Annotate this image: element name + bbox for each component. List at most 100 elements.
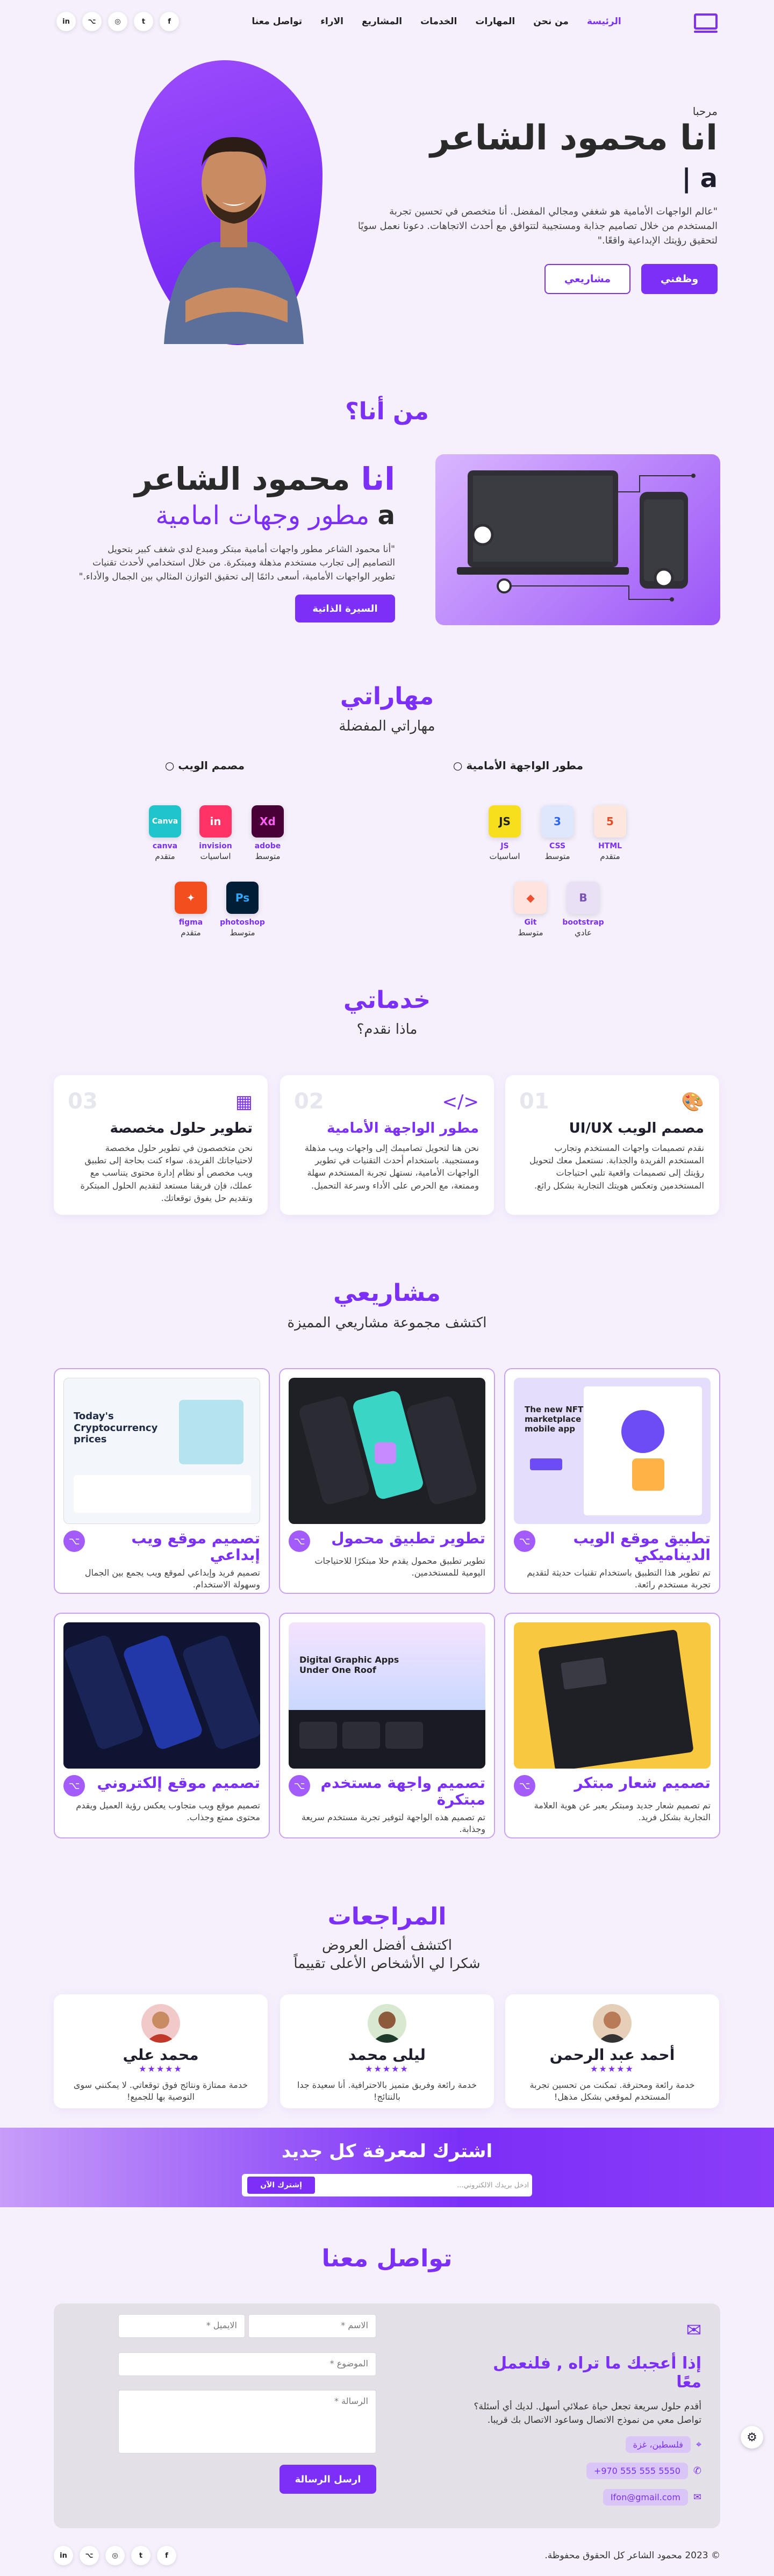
instagram-icon[interactable]: ◎ [108, 12, 128, 31]
location-text: فلسطين، غزة [625, 2436, 691, 2453]
rating-stars: ★★★★★ [590, 2064, 634, 2074]
nav-testimonials[interactable]: الاراء [320, 16, 343, 27]
my-projects-button[interactable]: مشاريعي [544, 263, 630, 294]
skill-css: 3 CSS متوسط [528, 805, 587, 861]
service-card-custom[interactable]: 03 ▦ تطوير حلول مخصصة نحن متخصصون في تطو… [54, 1075, 268, 1215]
github-icon[interactable]: ⌥ [514, 1530, 535, 1552]
linkedin-icon[interactable]: in [54, 2546, 73, 2565]
git-icon: ◆ [514, 882, 547, 914]
twitter-icon[interactable]: t [134, 12, 154, 31]
subscribe-button[interactable]: إشترك الآن [247, 2177, 315, 2194]
nav-skills[interactable]: المهارات [475, 16, 515, 27]
service-description: نحن متخصصون في تطوير حلول مخصصة لاحتياجا… [80, 1143, 253, 1203]
skill-js: JS JS اساسيات [475, 805, 534, 861]
github-icon[interactable]: ⌥ [80, 2546, 99, 2565]
facebook-icon[interactable]: f [157, 2546, 176, 2565]
github-icon[interactable]: ⌥ [63, 1775, 85, 1797]
project-card[interactable]: تصميم موقع إلكتروني ⌥ تصميم موقع ويب متج… [54, 1613, 270, 1838]
frontend-skills-heading: مطور الواجهة الأمامية ○ [453, 759, 583, 772]
testimonial-text: خدمة ممتازة ونتائج فوق توقعاتي. لا يمكنن… [73, 2080, 248, 2102]
skill-level: متقدم [155, 851, 175, 861]
circle-icon: ○ [164, 759, 175, 772]
skill-name: HTML [598, 842, 622, 850]
skill-level: اساسيات [489, 851, 520, 861]
project-info: تطوير تطبيق محمول ⌥ [289, 1530, 485, 1552]
name-field[interactable]: الاسم * [248, 2314, 376, 2338]
email-text[interactable]: Ifon@gmail.com [603, 2489, 688, 2506]
project-info: تطبيق موقع الويب الديناميكي ⌥ [514, 1530, 711, 1564]
service-card-uiux[interactable]: 01 🎨 مصمم الويب UI/UX نقدم تصميمات واجها… [505, 1075, 719, 1215]
mock-heading: Digital Graphic Apps Under One Roof [299, 1655, 399, 1676]
github-icon[interactable]: ⌥ [514, 1775, 535, 1797]
project-image [289, 1378, 485, 1524]
skill-name: invision [199, 842, 232, 850]
mock-heading: The new NFT marketplace mobile app [525, 1405, 584, 1434]
skill-git: ◆ Git متوسط [501, 882, 560, 938]
send-message-button[interactable]: ارسل الرسالة [280, 2465, 376, 2494]
github-icon[interactable]: ⌥ [289, 1775, 310, 1797]
invision-icon: in [199, 805, 232, 838]
phone-text[interactable]: +970 555 555 5550 [586, 2463, 688, 2480]
nav-home[interactable]: الرئيسة [587, 16, 621, 27]
avatar [141, 2004, 180, 2043]
photoshop-icon: Ps [226, 882, 259, 914]
twitter-icon[interactable]: t [131, 2546, 150, 2565]
github-icon[interactable]: ⌥ [63, 1530, 85, 1552]
skill-level: متوسط [230, 928, 255, 938]
nav-about[interactable]: من نحن [533, 16, 569, 27]
message-field[interactable]: الرسالة * [118, 2390, 376, 2453]
nav-projects[interactable]: المشاريع [362, 16, 402, 27]
nav-services[interactable]: الخدمات [420, 16, 457, 27]
github-icon[interactable]: ⌥ [82, 12, 102, 31]
newsletter-email-input[interactable]: ادخل بريدك الالكتروني... [457, 2181, 529, 2189]
services-subtitle: ماذا نقدم؟ [356, 1021, 418, 1037]
github-icon[interactable]: ⌥ [289, 1530, 310, 1552]
phone-row: ✆ +970 555 555 5550 [470, 2463, 701, 2480]
testimonial-card: أحمد عبد الرحمن ★★★★★ خدمة رائعة ومحترفة… [505, 1994, 719, 2108]
cv-button[interactable]: السيرة الذاتية [295, 595, 395, 623]
footer-social: f t ◎ ⌥ in [54, 2546, 176, 2565]
skill-level: اساسيات [200, 851, 231, 861]
nav-contact[interactable]: تواصل معنا [252, 16, 302, 27]
facebook-icon[interactable]: f [160, 12, 180, 31]
linkedin-icon[interactable]: in [56, 12, 76, 31]
project-card[interactable]: Digital Graphic Apps Under One Roof تصمي… [279, 1613, 495, 1838]
hero-portrait [164, 137, 304, 344]
project-title: تصميم موقع إلكتروني [97, 1774, 260, 1792]
laptop-logo-icon[interactable] [694, 13, 718, 33]
hire-me-button[interactable]: وظفني [641, 263, 718, 294]
project-card[interactable]: The new NFT marketplace mobile app تطبيق… [504, 1368, 720, 1594]
skill-adobe-xd: Xd adobe متوسط [238, 805, 297, 861]
contact-title: تواصل معنا [321, 2245, 453, 2272]
copyright-text: © 2023 محمود الشاعر كل الحقوق محفوظة. [544, 2550, 720, 2561]
skill-level: متقدم [181, 928, 201, 938]
project-info: تصميم موقع ويب إبداعي ⌥ [63, 1530, 260, 1564]
css3-icon: 3 [541, 805, 574, 838]
hero-greeting: مرحبا [692, 105, 718, 118]
service-number: 03 [68, 1089, 98, 1114]
project-description: تطوير تطبيق محمول يقدم حلا مبتكرًا للاحت… [314, 1556, 485, 1578]
email-field[interactable]: الايميل * [118, 2314, 245, 2338]
project-image: Today's Cryptocurrency prices [63, 1378, 260, 1524]
service-card-frontend[interactable]: 02 </> مطور الواجهة الأمامية نحن هنا لتح… [280, 1075, 494, 1215]
skills-title: مهاراتي [340, 683, 434, 710]
skill-name: photoshop [220, 918, 265, 927]
project-card[interactable]: تصميم شعار مبتكر ⌥ تم تصميم شعار جديد وم… [504, 1613, 720, 1838]
location-row: ⌖ فلسطين، غزة [470, 2436, 701, 2453]
newsletter-form: ادخل بريدك الالكتروني... إشترك الآن [242, 2174, 532, 2196]
project-title: تصميم شعار مبتكر [574, 1774, 711, 1792]
instagram-icon[interactable]: ◎ [105, 2546, 125, 2565]
gear-icon[interactable]: ⚙ [741, 2426, 763, 2449]
project-info: تصميم شعار مبتكر ⌥ [514, 1774, 711, 1797]
skill-level: متوسط [544, 851, 570, 861]
skill-level: متقدم [600, 851, 620, 861]
project-info: تصميم واجهة مستخدم مبتكرة ⌥ [289, 1774, 485, 1808]
html5-icon: 5 [594, 805, 626, 838]
email-row: ✉ Ifon@gmail.com [470, 2489, 701, 2506]
project-card[interactable]: Today's Cryptocurrency prices تصميم موقع… [54, 1368, 270, 1594]
frontend-skills-label: مطور الواجهة الأمامية [466, 759, 583, 772]
service-title: مطور الواجهة الأمامية [327, 1120, 479, 1136]
project-card[interactable]: تطوير تطبيق محمول ⌥ تطوير تطبيق محمول يق… [279, 1368, 495, 1594]
testimonial-name: محمد علي [123, 2046, 199, 2064]
subject-field[interactable]: الموضوع * [118, 2352, 376, 2376]
